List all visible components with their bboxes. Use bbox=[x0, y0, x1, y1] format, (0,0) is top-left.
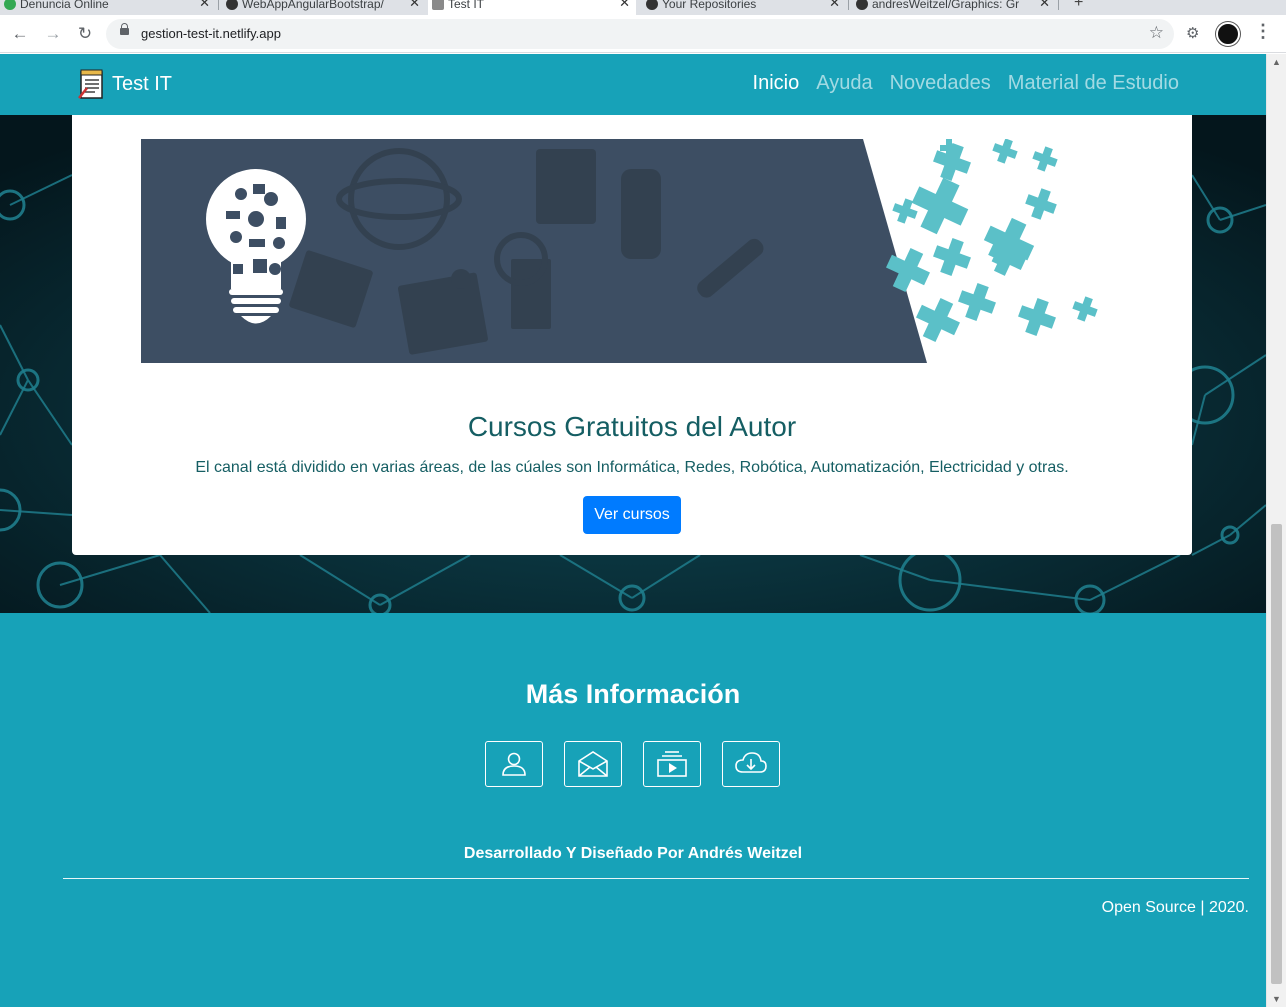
github-icon bbox=[226, 0, 238, 10]
site-footer: Más Información Desarrollado Y Diseñado … bbox=[0, 613, 1266, 1007]
close-icon[interactable]: ✕ bbox=[409, 0, 420, 11]
ver-cursos-button[interactable]: Ver cursos bbox=[583, 496, 681, 534]
back-button[interactable]: ← bbox=[9, 23, 31, 45]
copyright-text: Open Source | 2020. bbox=[1101, 899, 1249, 916]
card-title: Cursos Gratuitos del Autor bbox=[467, 411, 797, 442]
courses-card: Cursos Gratuitos del Autor El canal está… bbox=[72, 115, 1192, 555]
envelope-icon bbox=[578, 751, 608, 777]
notepad-icon bbox=[78, 69, 103, 99]
author-credit: Desarrollado Y Diseñado Por Andrés Weitz… bbox=[463, 845, 803, 862]
downloads-button[interactable] bbox=[722, 741, 780, 787]
close-icon[interactable]: ✕ bbox=[619, 0, 630, 11]
new-tab-button[interactable]: + bbox=[1074, 0, 1083, 12]
scroll-down-arrow-icon[interactable]: ▼ bbox=[1272, 994, 1281, 1004]
videos-button[interactable] bbox=[643, 741, 701, 787]
footer-title: Más Información bbox=[525, 679, 741, 709]
education-banner bbox=[141, 139, 1107, 363]
video-icon bbox=[657, 751, 687, 777]
nav-link-ayuda[interactable]: Ayuda bbox=[816, 72, 872, 95]
tab-test-it[interactable]: Test IT ✕ bbox=[428, 0, 636, 15]
forward-button[interactable]: → bbox=[42, 23, 64, 45]
profile-avatar[interactable] bbox=[1216, 22, 1240, 46]
tab-title: Denuncia Online bbox=[20, 0, 109, 11]
close-icon[interactable]: ✕ bbox=[1039, 0, 1050, 11]
scrollbar-thumb[interactable] bbox=[1271, 524, 1282, 984]
footer-divider bbox=[63, 878, 1249, 879]
url-text: gestion-test-it.netlify.app bbox=[141, 26, 281, 41]
nav-link-novedades[interactable]: Novedades bbox=[890, 72, 991, 95]
notepad-icon bbox=[432, 0, 444, 10]
close-icon[interactable]: ✕ bbox=[829, 0, 840, 11]
tab-graphics[interactable]: andresWeitzel/Graphics: Gr ✕ bbox=[852, 0, 1056, 15]
footer-icon-row bbox=[485, 741, 780, 787]
address-bar[interactable]: gestion-test-it.netlify.app ☆ bbox=[106, 19, 1174, 49]
reload-button[interactable]: ↻ bbox=[74, 23, 96, 45]
site-navbar: Test IT Inicio Ayuda Novedades Material … bbox=[0, 54, 1266, 115]
close-icon[interactable]: ✕ bbox=[199, 0, 210, 11]
scroll-up-arrow-icon[interactable]: ▲ bbox=[1272, 57, 1281, 67]
brand[interactable]: Test IT bbox=[78, 68, 172, 100]
tab-title: andresWeitzel/Graphics: Gr bbox=[872, 0, 1020, 11]
tab-title: Your Repositories bbox=[662, 0, 757, 11]
nav-links: Inicio Ayuda Novedades Material de Estud… bbox=[753, 72, 1179, 95]
lock-icon bbox=[120, 23, 129, 35]
github-icon bbox=[856, 0, 868, 10]
nav-link-inicio[interactable]: Inicio bbox=[753, 72, 800, 95]
page-viewport: Test IT Inicio Ayuda Novedades Material … bbox=[0, 54, 1266, 1007]
contact-button[interactable] bbox=[564, 741, 622, 787]
user-icon bbox=[502, 752, 526, 776]
tab-webapp[interactable]: WebAppAngularBootstrap/ ✕ bbox=[222, 0, 426, 15]
hero-section: Cursos Gratuitos del Autor El canal está… bbox=[0, 115, 1266, 613]
page-scrollbar[interactable]: ▲ ▼ bbox=[1266, 54, 1286, 1007]
tab-repositories[interactable]: Your Repositories ✕ bbox=[642, 0, 846, 15]
tab-title: Test IT bbox=[448, 0, 485, 11]
browser-toolbar: ← → ↻ gestion-test-it.netlify.app ☆ ⚙ ⋮ bbox=[0, 15, 1286, 53]
tab-title: WebAppAngularBootstrap/ bbox=[242, 0, 384, 11]
card-description: El canal está dividido en varias áreas, … bbox=[195, 459, 1069, 476]
brand-name: Test IT bbox=[112, 72, 173, 95]
tab-strip: Denuncia Online ✕ WebAppAngularBootstrap… bbox=[0, 0, 1286, 15]
shield-icon bbox=[4, 0, 16, 10]
github-icon bbox=[646, 0, 658, 10]
tab-denuncia[interactable]: Denuncia Online ✕ bbox=[0, 0, 216, 15]
extensions-icon[interactable]: ⚙ bbox=[1186, 24, 1199, 42]
browser-menu-icon[interactable]: ⋮ bbox=[1254, 21, 1272, 42]
profile-button[interactable] bbox=[485, 741, 543, 787]
bookmark-star-icon[interactable]: ☆ bbox=[1149, 23, 1164, 43]
cloud-download-icon bbox=[735, 752, 767, 773]
nav-link-material[interactable]: Material de Estudio bbox=[1008, 72, 1179, 95]
